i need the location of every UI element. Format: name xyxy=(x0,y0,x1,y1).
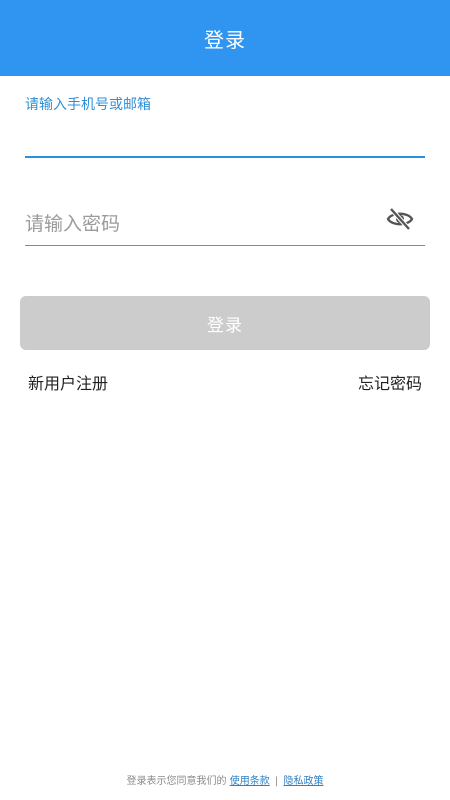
eye-off-icon[interactable] xyxy=(385,204,415,234)
account-input[interactable] xyxy=(25,118,425,154)
forgot-password-link[interactable]: 忘记密码 xyxy=(358,370,422,394)
page-title: 登录 xyxy=(204,27,246,52)
password-input[interactable] xyxy=(25,206,375,242)
account-field-label: 请输入手机号或邮箱 xyxy=(25,97,151,113)
register-link[interactable]: 新用户注册 xyxy=(28,370,108,394)
footer-prefix: 登录表示您同意我们的 xyxy=(126,776,227,787)
footer-separator: | xyxy=(274,776,279,787)
account-field: 请输入手机号或邮箱 xyxy=(25,92,425,158)
password-field xyxy=(25,198,425,246)
privacy-link[interactable]: 隐私政策 xyxy=(283,776,323,787)
footer-agreement: 登录表示您同意我们的 使用条款 | 隐私政策 xyxy=(0,772,450,787)
password-field-underline xyxy=(25,245,425,246)
account-field-underline xyxy=(25,156,425,158)
terms-link[interactable]: 使用条款 xyxy=(230,776,270,787)
app-bar: 登录 xyxy=(0,0,450,76)
login-button[interactable]: 登录 xyxy=(20,296,430,350)
